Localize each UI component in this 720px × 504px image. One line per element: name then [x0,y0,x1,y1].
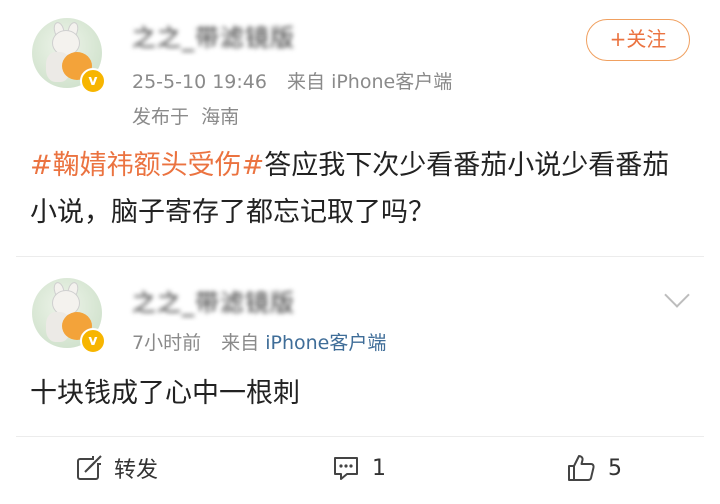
comment-count: 1 [372,455,386,481]
comment-time: 7小时前 [132,332,202,354]
verified-badge-icon: v [80,68,106,94]
post-timestamp: 25-5-10 19:46 [132,71,267,93]
post-location: 海南 [201,106,240,128]
post-source-prefix: 来自 [287,71,326,93]
like-icon [568,455,595,481]
post-location-line: 发布于 海南 [132,102,239,129]
post-author-name[interactable]: 之之_带滤镜版 [132,18,295,53]
chevron-down-icon[interactable] [664,282,690,308]
divider [16,436,704,437]
comment-source-prefix: 来自 [221,332,260,354]
post-timestamp-line: 25-5-10 19:46 来自 iPhone客户端 [132,67,452,94]
repost-icon [77,455,102,480]
comment-text: 十块钱成了心中一根刺 [30,378,300,409]
comment-source-device[interactable]: iPhone客户端 [265,332,386,354]
comment-icon [334,457,358,480]
post-source-device[interactable]: iPhone客户端 [331,71,452,93]
repost-button[interactable]: 转发 [76,448,158,488]
post-hashtag[interactable]: #鞠婧祎额头受伤# [30,150,264,181]
post-location-label: 发布于 [132,106,190,128]
follow-button[interactable]: +关注 [586,19,690,61]
comment-button[interactable]: 1 [332,448,386,488]
repost-label: 转发 [114,458,159,483]
comment-author-name[interactable]: 之之_带滤镜版 [132,283,295,318]
comment-meta-line: 7小时前 来自 iPhone客户端 [132,328,386,355]
post-body: #鞠婧祎额头受伤#答应我下次少看番茄小说少看番茄小说，脑子寄存了都忘记取了吗？ [30,142,690,236]
like-button[interactable]: 5 [566,448,622,488]
verified-badge-icon: v [80,328,106,354]
like-count: 5 [608,455,622,481]
divider [16,256,704,257]
